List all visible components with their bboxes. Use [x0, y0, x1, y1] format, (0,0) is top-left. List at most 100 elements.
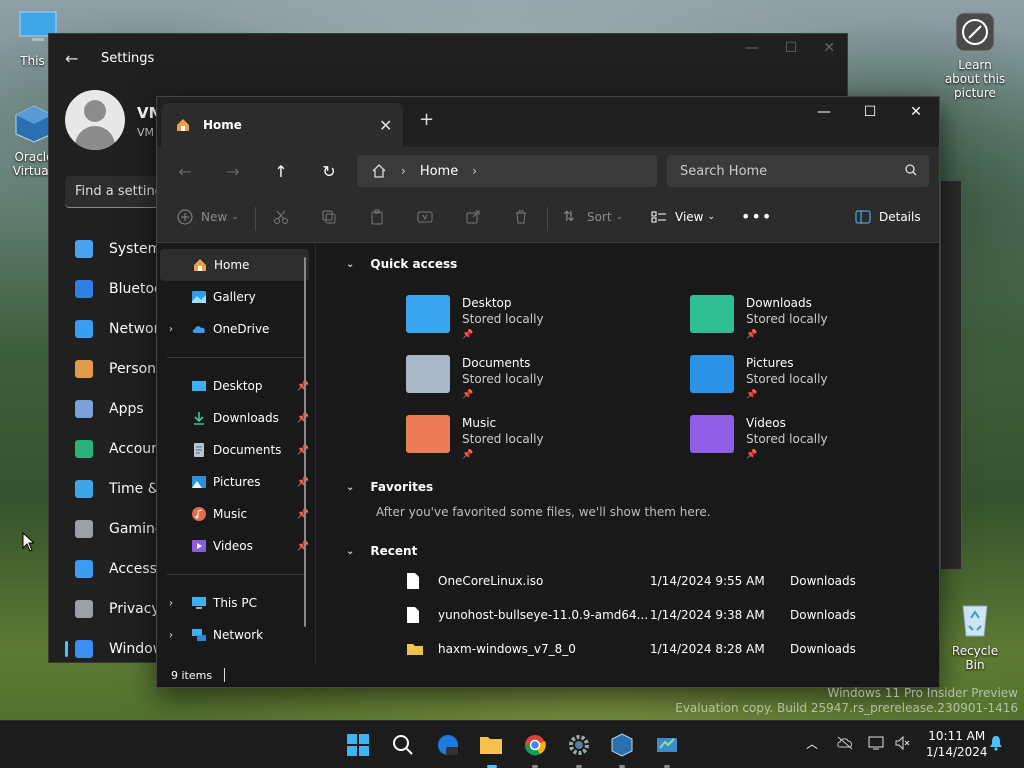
rename-icon[interactable] — [417, 209, 433, 225]
quick-access-pictures[interactable]: Pictures Stored locally 📌 — [690, 355, 828, 403]
sort-button[interactable]: ⇅ Sort ⌄ — [563, 209, 623, 225]
sidebar-item-music[interactable]: Music 📌 — [157, 498, 315, 530]
sidebar-item-desktop[interactable]: Desktop 📌 — [157, 370, 315, 402]
start-windows-icon[interactable] — [346, 733, 370, 757]
new-button[interactable]: New ⌄ — [177, 209, 239, 225]
desktop-folder-icon — [406, 295, 450, 333]
maximize-icon[interactable]: ☐ — [847, 97, 893, 127]
tab-title: Home — [203, 118, 242, 132]
desktop-icon-label: Learn about this picture — [944, 58, 1006, 100]
maximize-icon[interactable]: ☐ — [785, 40, 798, 56]
chevron-right-icon[interactable]: › — [169, 324, 173, 335]
pin-icon: 📌 — [462, 390, 474, 400]
update-icon — [75, 640, 93, 658]
settings-title: Settings — [101, 50, 155, 66]
search-input[interactable]: Search Home — [667, 155, 929, 187]
pin-icon[interactable]: 📌 — [297, 445, 309, 456]
sidebar-item-gallery[interactable]: Gallery — [157, 281, 315, 313]
view-button[interactable]: View ⌄ — [651, 209, 715, 225]
virtualbox-icon[interactable] — [610, 733, 634, 757]
minimize-icon[interactable]: — — [801, 97, 847, 127]
sidebar-item-downloads[interactable]: Downloads 📌 — [157, 402, 315, 434]
details-button[interactable]: Details — [855, 209, 921, 225]
table-row[interactable]: yunohost-bullseye-11.0.9-amd64... 1/14/2… — [406, 598, 926, 632]
cut-icon[interactable] — [273, 209, 289, 225]
table-row[interactable]: haxm-windows_v7_8_0 1/14/2024 8:28 AM Do… — [406, 632, 926, 666]
back-arrow-icon[interactable]: ← — [161, 162, 209, 181]
desktop-icon-label: Recycle Bin — [951, 644, 999, 672]
explorer-tabbar: Home ✕ + — ☐ ✕ — [157, 97, 939, 147]
notification-bell-icon[interactable] — [989, 735, 1003, 751]
sidebar-item-network[interactable]: › Network — [157, 619, 315, 651]
back-arrow-icon[interactable]: ← — [65, 49, 81, 68]
table-row[interactable]: OneCoreLinux.iso 1/14/2024 9:55 AM Downl… — [406, 564, 926, 598]
chevron-right-icon[interactable]: › — [472, 164, 477, 178]
desktop-icon-learn-about-picture[interactable]: Learn about this picture — [940, 12, 1010, 100]
chevron-down-icon: ⌄ — [707, 212, 716, 222]
forward-arrow-icon[interactable]: → — [209, 162, 257, 181]
copy-icon[interactable] — [321, 209, 337, 225]
documents-folder-icon — [406, 355, 450, 393]
breadcrumb-home[interactable]: Home — [420, 164, 458, 179]
onedrive-offline-icon[interactable] — [836, 735, 854, 751]
quick-access-desktop[interactable]: Desktop Stored locally 📌 — [406, 295, 544, 343]
quick-access-music[interactable]: Music Stored locally 📌 — [406, 415, 544, 463]
sort-icon: ⇅ — [563, 209, 575, 225]
sidebar-item-documents[interactable]: Documents 📌 — [157, 434, 315, 466]
avatar[interactable] — [65, 90, 125, 150]
sidebar-item-this-pc[interactable]: › This PC — [157, 587, 315, 619]
sidebar-item-home[interactable]: Home — [160, 249, 309, 281]
sidebar-scrollbar[interactable] — [304, 257, 306, 627]
pin-icon[interactable]: 📌 — [297, 413, 309, 424]
quick-access-documents[interactable]: Documents Stored locally 📌 — [406, 355, 544, 403]
close-icon[interactable]: ✕ — [893, 97, 939, 127]
volume-muted-icon[interactable] — [894, 735, 910, 751]
more-options-icon[interactable]: ••• — [741, 207, 772, 226]
system-clock[interactable]: 10:11 AM 1/14/2024 — [926, 728, 988, 760]
vm-display-icon[interactable] — [655, 733, 679, 757]
desktop-icon-recycle-bin[interactable]: Recycle Bin — [942, 598, 1008, 672]
close-icon[interactable]: ✕ — [823, 40, 835, 56]
section-favorites[interactable]: ⌄ Favorites — [346, 480, 433, 494]
recycle-bin-icon — [962, 605, 988, 637]
file-explorer-icon[interactable] — [479, 733, 503, 757]
close-icon[interactable]: ✕ — [379, 116, 403, 135]
quick-access-downloads[interactable]: Downloads Stored locally 📌 — [690, 295, 828, 343]
paste-icon[interactable] — [369, 209, 385, 225]
sidebar-item-videos[interactable]: Videos 📌 — [157, 530, 315, 562]
view-list-icon — [651, 211, 666, 223]
section-quick-access[interactable]: ⌄ Quick access — [346, 257, 457, 271]
settings-titlebar: ← Settings — [49, 34, 847, 82]
status-bar: 9 items — [157, 663, 939, 687]
breadcrumb[interactable]: › Home › — [357, 155, 657, 187]
watermark-build: Evaluation copy. Build 25947.rs_prerelea… — [675, 701, 1018, 715]
pin-icon: 📌 — [746, 330, 758, 340]
quick-access-videos[interactable]: Videos Stored locally 📌 — [690, 415, 828, 463]
chrome-icon[interactable] — [523, 733, 547, 757]
pin-icon[interactable]: 📌 — [297, 381, 309, 392]
settings-gear-icon[interactable] — [567, 733, 591, 757]
add-tab-icon[interactable]: + — [419, 109, 434, 130]
pin-icon: 📌 — [746, 450, 758, 460]
chevron-up-icon[interactable]: ︿ — [806, 735, 818, 752]
item-count: 9 items — [171, 668, 213, 682]
network-icon[interactable] — [868, 735, 886, 751]
refresh-icon[interactable]: ↻ — [305, 162, 353, 181]
chevron-right-icon[interactable]: › — [169, 598, 173, 609]
sidebar-item-onedrive[interactable]: › OneDrive — [157, 313, 315, 345]
pin-icon[interactable]: 📌 — [297, 541, 309, 552]
up-arrow-icon[interactable]: ↑ — [257, 162, 305, 181]
share-icon[interactable] — [465, 209, 481, 225]
chevron-right-icon[interactable]: › — [169, 630, 173, 641]
minimize-icon[interactable]: — — [745, 40, 759, 56]
search-icon[interactable] — [391, 733, 415, 757]
file-explorer-window[interactable]: Home ✕ + — ☐ ✕ ← → ↑ ↻ › Home › Search H… — [156, 96, 940, 688]
pin-icon[interactable]: 📌 — [297, 509, 309, 520]
brush-icon — [75, 360, 93, 378]
tab-home[interactable]: Home ✕ — [161, 103, 403, 147]
edge-beta-icon[interactable] — [436, 733, 460, 757]
section-recent[interactable]: ⌄ Recent — [346, 544, 417, 558]
sidebar-item-pictures[interactable]: Pictures 📌 — [157, 466, 315, 498]
delete-icon[interactable] — [513, 209, 529, 225]
pin-icon[interactable]: 📌 — [297, 477, 309, 488]
